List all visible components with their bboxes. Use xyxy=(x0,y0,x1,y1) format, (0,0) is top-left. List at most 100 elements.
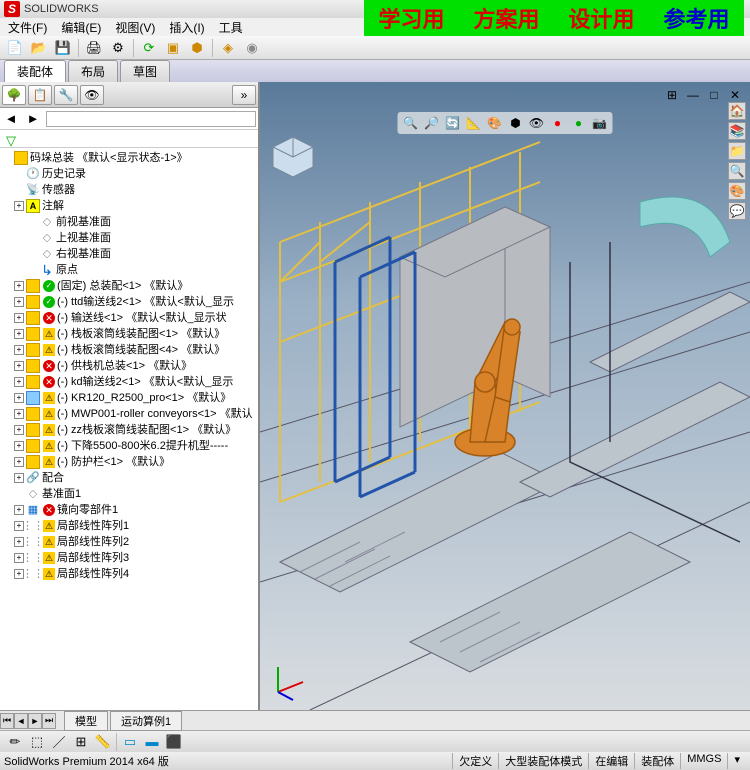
print-icon[interactable]: 🖨 xyxy=(85,39,103,57)
assembly-icon[interactable]: ⬢ xyxy=(188,39,206,57)
options-icon[interactable]: ⚙ xyxy=(109,39,127,57)
tree-item[interactable]: +✕(-) 输送线<1> 《默认<默认_显示状 xyxy=(0,310,258,326)
component-icon[interactable]: ▣ xyxy=(164,39,182,57)
tree-item[interactable]: +⚠(-) 防护栏<1> 《默认》 xyxy=(0,454,258,470)
tab-sketch[interactable]: 草图 xyxy=(120,60,170,82)
new-icon[interactable]: 📄 xyxy=(6,39,24,57)
expand-icon[interactable]: + xyxy=(14,457,24,467)
expand-icon[interactable]: + xyxy=(14,393,24,403)
tab-expand-icon[interactable]: » xyxy=(232,85,256,105)
tab-display-icon[interactable]: 👁 xyxy=(80,85,104,105)
expand-icon[interactable]: + xyxy=(14,441,24,451)
tree-mates[interactable]: +🔗配合 xyxy=(0,470,258,486)
tree-annotations[interactable]: +A注解 xyxy=(0,198,258,214)
tool-icon[interactable]: ◈ xyxy=(219,39,237,57)
tool-icon[interactable]: ◉ xyxy=(243,39,261,57)
section-icon[interactable]: 📐 xyxy=(465,114,483,132)
open-icon[interactable]: 📂 xyxy=(30,39,48,57)
tab-model[interactable]: 模型 xyxy=(64,711,108,731)
appearance-icon[interactable]: ● xyxy=(549,114,567,132)
view1-icon[interactable]: ▭ xyxy=(121,733,139,751)
filter-input[interactable] xyxy=(46,111,256,127)
nav-back-icon[interactable]: ◄ xyxy=(2,110,20,128)
tree-item[interactable]: +⚠(-) MWP001-roller conveyors<1> 《默认 xyxy=(0,406,258,422)
tree-pattern[interactable]: +⋮⋮⚠局部线性阵列3 xyxy=(0,550,258,566)
rotate-icon[interactable]: 🔄 xyxy=(444,114,462,132)
maximize-icon[interactable]: □ xyxy=(705,86,723,104)
hide-show-icon[interactable]: 👁 xyxy=(528,114,546,132)
orientation-cube[interactable] xyxy=(268,132,318,182)
tree-item[interactable]: +⚠(-) 栈板滚筒线装配图<1> 《默认》 xyxy=(0,326,258,342)
tree-pattern[interactable]: +⋮⋮⚠局部线性阵列4 xyxy=(0,566,258,582)
triad-icon[interactable] xyxy=(268,662,308,702)
library-icon[interactable]: 📚 xyxy=(728,122,746,140)
expand-icon[interactable]: + xyxy=(14,505,24,515)
view3-icon[interactable]: ⬛ xyxy=(165,733,183,751)
tab-config-icon[interactable]: 🔧 xyxy=(54,85,78,105)
palette-icon[interactable]: 🎨 xyxy=(728,182,746,200)
rebuild-icon[interactable]: ⟳ xyxy=(140,39,158,57)
tree-sensors[interactable]: 📡传感器 xyxy=(0,182,258,198)
explorer-icon[interactable]: 📁 xyxy=(728,142,746,160)
grid-icon[interactable]: ⊞ xyxy=(72,733,90,751)
tree-item[interactable]: +✓(-) ttd输送线2<1> 《默认<默认_显示 xyxy=(0,294,258,310)
menu-edit[interactable]: 编辑(E) xyxy=(61,19,101,36)
tree-item[interactable]: +✓(固定) 总装配<1> 《默认》 xyxy=(0,278,258,294)
expand-icon[interactable]: + xyxy=(14,345,24,355)
tree-root[interactable]: 码垛总装 《默认<显示状态-1>》 xyxy=(0,150,258,166)
menu-view[interactable]: 视图(V) xyxy=(115,19,155,36)
view2-icon[interactable]: ▬ xyxy=(143,733,161,751)
tree-plane[interactable]: ◇基准面1 xyxy=(0,486,258,502)
search-icon[interactable]: 🔍 xyxy=(728,162,746,180)
tree-item[interactable]: +✕(-) kd输送线2<1> 《默认<默认_显示 xyxy=(0,374,258,390)
menu-insert[interactable]: 插入(I) xyxy=(169,19,204,36)
select-icon[interactable]: ⬚ xyxy=(28,733,46,751)
status-units[interactable]: MMGS xyxy=(680,753,727,769)
line-icon[interactable]: ／ xyxy=(50,733,68,751)
expand-icon[interactable]: + xyxy=(14,377,24,387)
nav-fwd-icon[interactable]: ► xyxy=(24,110,42,128)
tree-mirror[interactable]: +▦✕镜向零部件1 xyxy=(0,502,258,518)
status-extra-icon[interactable]: ▾ xyxy=(727,753,746,769)
resources-icon[interactable]: 🏠 xyxy=(728,102,746,120)
expand-icon[interactable]: + xyxy=(14,409,24,419)
expand-icon[interactable]: + xyxy=(14,201,24,211)
scene-icon[interactable]: ● xyxy=(570,114,588,132)
forum-icon[interactable]: 💬 xyxy=(728,202,746,220)
expand-icon[interactable]: + xyxy=(14,281,24,291)
expand-icon[interactable]: + xyxy=(14,473,24,483)
view-orient-icon[interactable]: ⬢ xyxy=(507,114,525,132)
measure-icon[interactable]: 📏 xyxy=(94,733,112,751)
tree-history[interactable]: 🕐历史记录 xyxy=(0,166,258,182)
tab-first-icon[interactable]: ⏮ xyxy=(0,713,14,729)
expand-icon[interactable]: + xyxy=(14,329,24,339)
tab-feature-tree-icon[interactable]: 🌳 xyxy=(2,85,26,105)
tree-plane-right[interactable]: ◇右视基准面 xyxy=(0,246,258,262)
expand-icon[interactable]: + xyxy=(14,297,24,307)
feature-tree[interactable]: 码垛总装 《默认<显示状态-1>》 🕐历史记录 📡传感器 +A注解 ◇前视基准面… xyxy=(0,148,258,710)
zoom-fit-icon[interactable]: 🔍 xyxy=(402,114,420,132)
tree-origin[interactable]: ↳原点 xyxy=(0,262,258,278)
save-icon[interactable]: 💾 xyxy=(54,39,72,57)
tree-item[interactable]: +✕(-) 供栈机总装<1> 《默认》 xyxy=(0,358,258,374)
tab-prev-icon[interactable]: ◄ xyxy=(14,713,28,729)
tree-item[interactable]: +⚠(-) 栈板滚筒线装配图<4> 《默认》 xyxy=(0,342,258,358)
minimize-icon[interactable]: — xyxy=(684,86,702,104)
menu-file[interactable]: 文件(F) xyxy=(8,19,47,36)
tab-layout[interactable]: 布局 xyxy=(68,60,118,82)
render-icon[interactable]: 📷 xyxy=(591,114,609,132)
zoom-area-icon[interactable]: 🔎 xyxy=(423,114,441,132)
tree-item[interactable]: +⚠(-) 下降5500-800米6.2提升机型----- xyxy=(0,438,258,454)
expand-icon[interactable]: + xyxy=(14,425,24,435)
tree-pattern[interactable]: +⋮⋮⚠局部线性阵列2 xyxy=(0,534,258,550)
tab-next-icon[interactable]: ► xyxy=(28,713,42,729)
tree-plane-front[interactable]: ◇前视基准面 xyxy=(0,214,258,230)
sketch-icon[interactable]: ✏ xyxy=(6,733,24,751)
display-style-icon[interactable]: 🎨 xyxy=(486,114,504,132)
expand-icon[interactable]: + xyxy=(14,313,24,323)
view-grid-icon[interactable]: ⊞ xyxy=(663,86,681,104)
tree-plane-top[interactable]: ◇上视基准面 xyxy=(0,230,258,246)
tab-last-icon[interactable]: ⏭ xyxy=(42,713,56,729)
3d-viewport[interactable]: ⊞ — □ ✕ 🔍 🔎 🔄 📐 🎨 ⬢ 👁 ● ● 📷 🏠 📚 📁 🔍 🎨 💬 xyxy=(260,82,750,710)
tab-assembly[interactable]: 装配体 xyxy=(4,60,66,82)
